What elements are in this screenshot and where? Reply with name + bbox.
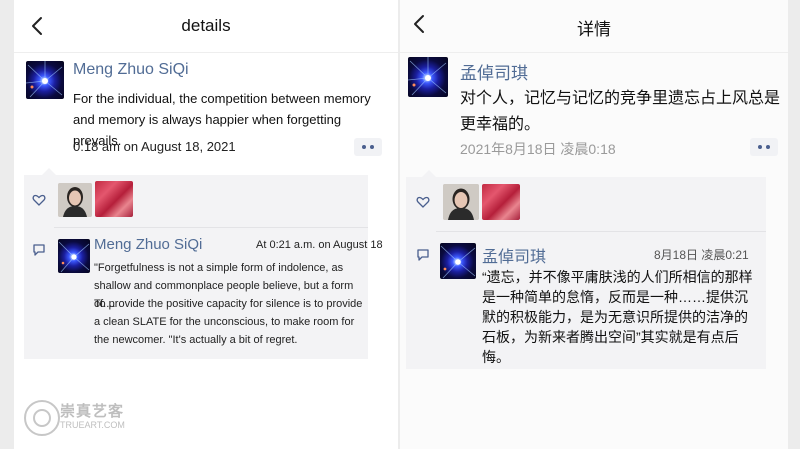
author-name[interactable]: Meng Zhuo SiQi xyxy=(73,61,189,79)
heart-icon[interactable] xyxy=(32,193,46,207)
likes-comments-box: Meng Zhuo SiQi At 0:21 a.m. on August 18… xyxy=(24,175,383,359)
post-time: 2021年8月18日 凌晨0:18 xyxy=(460,141,616,157)
author-name[interactable]: 孟倬司琪 xyxy=(460,59,528,84)
more-dots-icon xyxy=(766,145,770,149)
comment-icon xyxy=(32,243,46,257)
post-time: 0:18 am on August 18, 2021 xyxy=(73,139,236,154)
heart-icon[interactable] xyxy=(416,195,430,209)
more-dots-icon xyxy=(370,145,374,149)
divider xyxy=(14,52,398,53)
commenter-name[interactable]: 孟倬司琪 xyxy=(482,243,546,267)
watermark-logo: 崇真艺客 TRUEART.COM xyxy=(20,398,160,438)
more-dots-icon xyxy=(758,145,762,149)
commenter-avatar[interactable] xyxy=(440,243,476,279)
watermark-cn: 崇真艺客 xyxy=(60,403,125,420)
left-panel: details Meng Zhuo SiQi For the individua… xyxy=(14,0,398,449)
box-separator xyxy=(436,231,766,232)
liker-avatar-portrait[interactable] xyxy=(58,183,92,217)
nav-bar: details xyxy=(14,0,398,52)
more-dots-icon xyxy=(362,145,366,149)
divider xyxy=(400,52,788,53)
author-avatar[interactable] xyxy=(26,61,64,99)
page-title: details xyxy=(181,16,231,35)
nav-bar: 详情 xyxy=(400,0,788,52)
liker-avatar-portrait[interactable] xyxy=(443,184,479,220)
watermark-en: TRUEART.COM xyxy=(60,420,125,430)
author-avatar[interactable] xyxy=(408,57,448,97)
box-caret xyxy=(422,170,436,177)
commenter-name[interactable]: Meng Zhuo SiQi xyxy=(94,236,202,253)
box-caret xyxy=(42,168,56,175)
liker-avatar-red[interactable] xyxy=(482,184,520,220)
box-separator xyxy=(54,227,368,228)
post-text: 对个人，记忆与记忆的竞争里遗忘占上风总是更幸福的。 xyxy=(460,90,781,133)
commenter-avatar[interactable] xyxy=(58,239,90,273)
page-title: 详情 xyxy=(577,20,611,39)
liker-avatar-red[interactable] xyxy=(95,181,133,217)
comment-time: 8月18日 凌晨0:21 xyxy=(654,248,749,262)
more-options-button[interactable] xyxy=(354,138,382,156)
right-panel: 详情 孟倬司琪 对个人，记忆与记忆的竞争里遗忘占上风总是更幸福的。 2021年8… xyxy=(400,0,788,449)
watermark-mark xyxy=(24,400,60,436)
comment-text-body: To provide the positive capacity for sil… xyxy=(94,298,363,346)
likes-comments-box: 孟倬司琪 8月18日 凌晨0:21 “遗忘，并不像平庸肤浅的人们所相信的那样是一… xyxy=(406,177,766,369)
comment-time: At 0:21 a.m. on August 18 xyxy=(256,239,383,251)
more-options-button[interactable] xyxy=(750,138,778,156)
comment-text: “遗忘，并不像平庸肤浅的人们所相信的那样是一种简单的怠惰，反而是一种……提供沉默… xyxy=(482,269,753,365)
comment-icon xyxy=(416,248,430,262)
